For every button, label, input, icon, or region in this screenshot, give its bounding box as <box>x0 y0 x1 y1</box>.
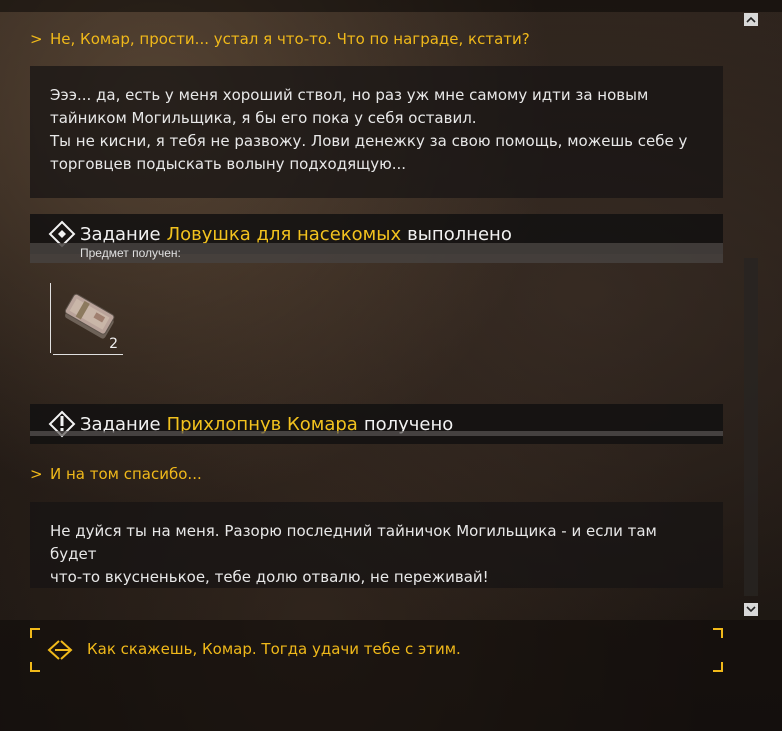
scrollbar-track[interactable] <box>744 258 758 596</box>
quest-name: Ловушка для насекомых <box>166 223 402 245</box>
player-reply-text: Не, Комар, прости... устал я что-то. Что… <box>50 30 530 48</box>
npc-message-2: Не дуйся ты на меня. Разорю последний та… <box>30 502 723 588</box>
chevron-down-icon <box>746 606 756 613</box>
corner-bracket <box>30 662 40 672</box>
scroll-down-button[interactable] <box>744 603 758 616</box>
chevron-up-icon <box>746 16 756 23</box>
quest-received-header: Задание Прихлопнув Комара получено <box>30 404 723 444</box>
item-count: 2 <box>109 336 118 352</box>
player-reply-1: > Не, Комар, прости... устал я что-то. Чт… <box>30 30 530 48</box>
npc-line: торговцев подыскать волыну подходящую... <box>50 155 407 173</box>
corner-bracket <box>713 662 723 672</box>
reply-marker: > <box>30 465 43 483</box>
npc-line: Ты не кисни, я тебя не развожу. Лови ден… <box>50 132 688 150</box>
item-received-label: Предмет получен: <box>30 243 723 263</box>
slot-border-left <box>50 283 51 353</box>
player-reply-2: > И на том спасибо... <box>30 465 202 483</box>
quest-status: выполнено <box>407 223 512 245</box>
player-reply-text: И на том спасибо... <box>50 465 202 483</box>
exit-dialog-icon <box>47 640 73 660</box>
quest-separator <box>30 431 723 436</box>
npc-line: тайником Могильщика, я бы его пока у себ… <box>50 109 477 127</box>
slot-border-bottom <box>53 354 123 355</box>
corner-bracket <box>30 628 40 638</box>
reward-item-slot[interactable]: 2 <box>50 283 124 355</box>
npc-line: Не дуйся ты на меня. Разорю последний та… <box>50 522 657 563</box>
top-shade <box>0 0 782 12</box>
answer-option-exit[interactable]: Как скажешь, Комар. Тогда удачи тебе с э… <box>30 628 723 672</box>
quest-prefix: Задание <box>80 223 161 245</box>
reply-marker: > <box>30 30 43 48</box>
npc-line: Эээ... да, есть у меня хороший ствол, но… <box>50 86 649 104</box>
npc-message-1: Эээ... да, есть у меня хороший ствол, но… <box>30 66 723 198</box>
npc-line: что-то вкусненькое, тебе долю отвалю, не… <box>50 568 489 586</box>
corner-bracket <box>713 628 723 638</box>
scroll-up-button[interactable] <box>744 13 758 26</box>
answer-text: Как скажешь, Комар. Тогда удачи тебе с э… <box>87 640 461 658</box>
